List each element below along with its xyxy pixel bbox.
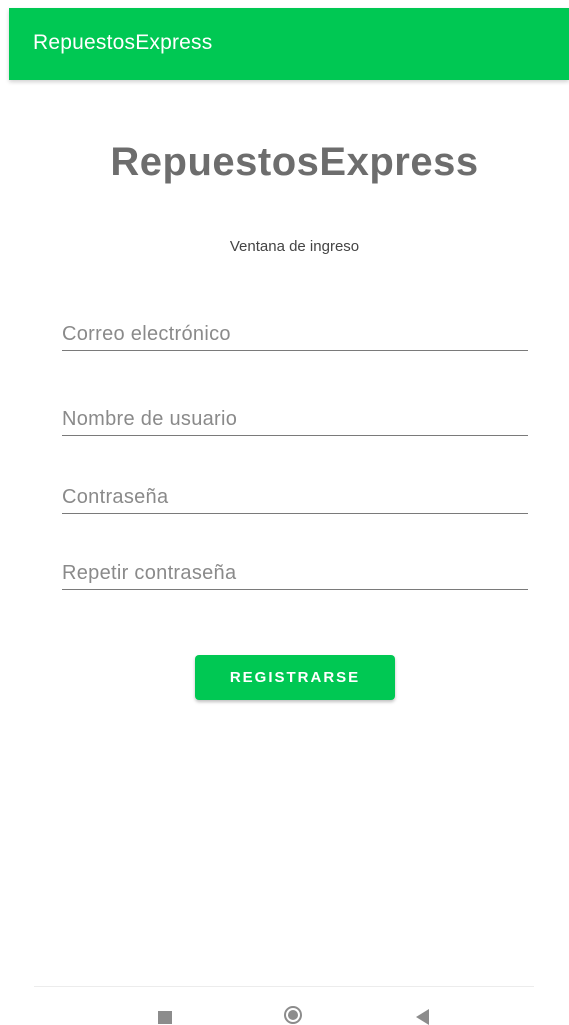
registration-screen: RepuestosExpress RepuestosExpress Ventan… bbox=[0, 0, 569, 1025]
register-button[interactable]: REGISTRARSE bbox=[195, 655, 395, 700]
username-field[interactable]: Nombre de usuario bbox=[62, 401, 528, 436]
email-field-placeholder: Correo electrónico bbox=[62, 323, 231, 345]
page-title: RepuestosExpress bbox=[110, 140, 479, 184]
password-field-placeholder: Contraseña bbox=[62, 486, 169, 508]
page-subtitle: Ventana de ingreso bbox=[229, 238, 360, 255]
username-field-placeholder: Nombre de usuario bbox=[62, 408, 238, 430]
circle-home-icon[interactable] bbox=[284, 1006, 302, 1024]
square-recents-icon[interactable] bbox=[158, 1011, 172, 1024]
email-field[interactable]: Correo electrónico bbox=[62, 316, 528, 351]
repeat-password-field[interactable]: Repetir contraseña bbox=[62, 555, 528, 590]
app-bar: RepuestosExpress bbox=[9, 8, 569, 80]
triangle-back-icon[interactable] bbox=[416, 1009, 429, 1025]
system-nav-bar bbox=[0, 987, 569, 1025]
repeat-password-field-placeholder: Repetir contraseña bbox=[62, 562, 237, 584]
password-field[interactable]: Contraseña bbox=[62, 479, 528, 514]
app-bar-title: RepuestosExpress bbox=[33, 31, 213, 54]
